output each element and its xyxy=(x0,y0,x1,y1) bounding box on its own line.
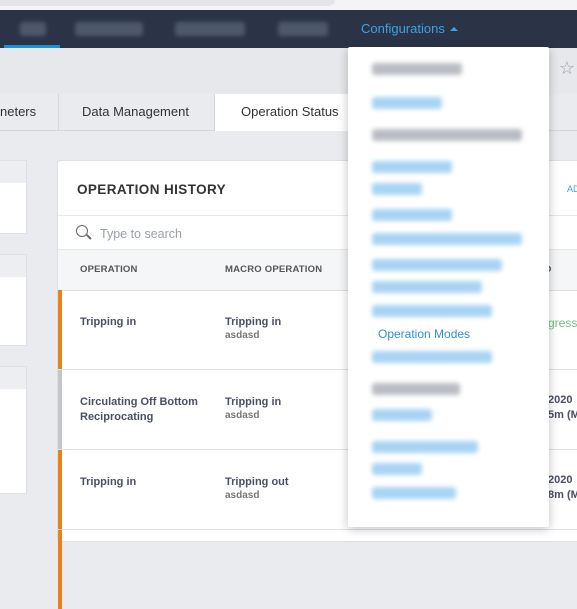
menu-item-blurred[interactable] xyxy=(372,259,502,271)
configurations-dropdown-menu: Operation Modes xyxy=(348,47,549,527)
menu-item-blurred[interactable] xyxy=(372,351,492,363)
tab-label: Operation Status xyxy=(241,104,339,119)
left-card-header xyxy=(0,161,26,183)
macro-operation-cell: Tripping out asdasd xyxy=(225,475,289,503)
top-pill xyxy=(0,0,335,6)
operation-cell: Tripping in xyxy=(80,476,137,488)
end-date: 2020 xyxy=(548,474,573,486)
end-cell: 2020 5m (M xyxy=(548,393,577,423)
nav-item-blurred[interactable] xyxy=(175,22,245,36)
menu-item-blurred[interactable] xyxy=(372,383,460,395)
left-card xyxy=(0,254,27,346)
tab-divider xyxy=(58,94,59,130)
menu-item-blurred[interactable] xyxy=(372,233,522,245)
favorite-star-icon[interactable]: ☆ xyxy=(559,58,575,79)
top-navbar: Configurations xyxy=(0,10,577,48)
status-bar xyxy=(58,530,62,609)
menu-item-blurred[interactable] xyxy=(372,409,432,421)
panel-title: OPERATION HISTORY xyxy=(77,182,227,197)
status-bar xyxy=(58,290,62,369)
end-cell-in-progress: gress xyxy=(548,316,577,330)
macro-operation-cell: Tripping in asdasd xyxy=(225,395,281,423)
menu-item-blurred[interactable] xyxy=(372,305,492,317)
menu-item-blurred[interactable] xyxy=(372,281,482,293)
menu-item-blurred[interactable] xyxy=(372,209,452,221)
operation-cell: Circulating Off Bottom Reciprocating xyxy=(80,396,198,423)
table-row[interactable] xyxy=(58,530,577,609)
macro-operation-sub: asdasd xyxy=(225,330,260,341)
menu-item-blurred[interactable] xyxy=(372,463,422,475)
tab-data-management[interactable]: Data Management xyxy=(82,94,189,130)
end-duration: 8m (M xyxy=(548,489,577,501)
menu-item-operation-modes[interactable]: Operation Modes xyxy=(378,327,470,341)
menu-item-blurred[interactable] xyxy=(372,183,422,195)
tab-parameters[interactable]: neters xyxy=(0,94,36,130)
operation-cell: Tripping in xyxy=(80,316,137,328)
macro-operation-sub: asdasd xyxy=(225,490,260,501)
left-card xyxy=(0,160,27,234)
menu-item-blurred[interactable] xyxy=(372,63,462,75)
column-header-operation[interactable]: OPERATION xyxy=(80,264,138,275)
left-card-header xyxy=(0,255,26,277)
search-input[interactable] xyxy=(98,222,322,246)
column-header-macro-operation[interactable]: MACRO OPERATION xyxy=(225,264,322,275)
nav-configurations[interactable]: Configurations xyxy=(361,21,458,36)
macro-operation-name: Tripping in xyxy=(225,316,282,328)
macro-operation-name: Tripping in xyxy=(225,396,282,408)
status-bar xyxy=(58,450,62,529)
tab-label: neters xyxy=(0,104,37,119)
menu-item-blurred[interactable] xyxy=(372,161,452,173)
nav-item-blurred[interactable] xyxy=(278,22,328,36)
end-cell: 2020 8m (M xyxy=(548,473,577,503)
menu-item-blurred[interactable] xyxy=(372,97,442,109)
left-card xyxy=(0,366,27,494)
menu-item-blurred[interactable] xyxy=(372,129,522,141)
end-date: 2020 xyxy=(548,394,573,406)
browser-top-strip xyxy=(0,0,577,10)
caret-up-icon xyxy=(449,27,458,31)
nav-item-blurred[interactable] xyxy=(75,22,143,36)
macro-operation-sub: asdasd xyxy=(225,410,260,421)
end-duration: 5m (M xyxy=(548,409,577,421)
macro-operation-cell: Tripping in asdasd xyxy=(225,315,281,343)
status-bar xyxy=(58,370,62,449)
search-icon xyxy=(76,225,88,237)
macro-operation-name: Tripping out xyxy=(225,476,289,488)
add-button[interactable]: AD xyxy=(567,184,577,194)
left-card-header xyxy=(0,367,26,389)
nav-item-blurred[interactable] xyxy=(20,22,46,36)
tab-label: Data Management xyxy=(82,104,189,119)
menu-item-blurred[interactable] xyxy=(372,487,456,499)
tab-operation-status[interactable]: Operation Status xyxy=(214,94,356,131)
nav-configurations-label[interactable]: Configurations xyxy=(361,21,445,36)
menu-item-blurred[interactable] xyxy=(372,441,478,453)
